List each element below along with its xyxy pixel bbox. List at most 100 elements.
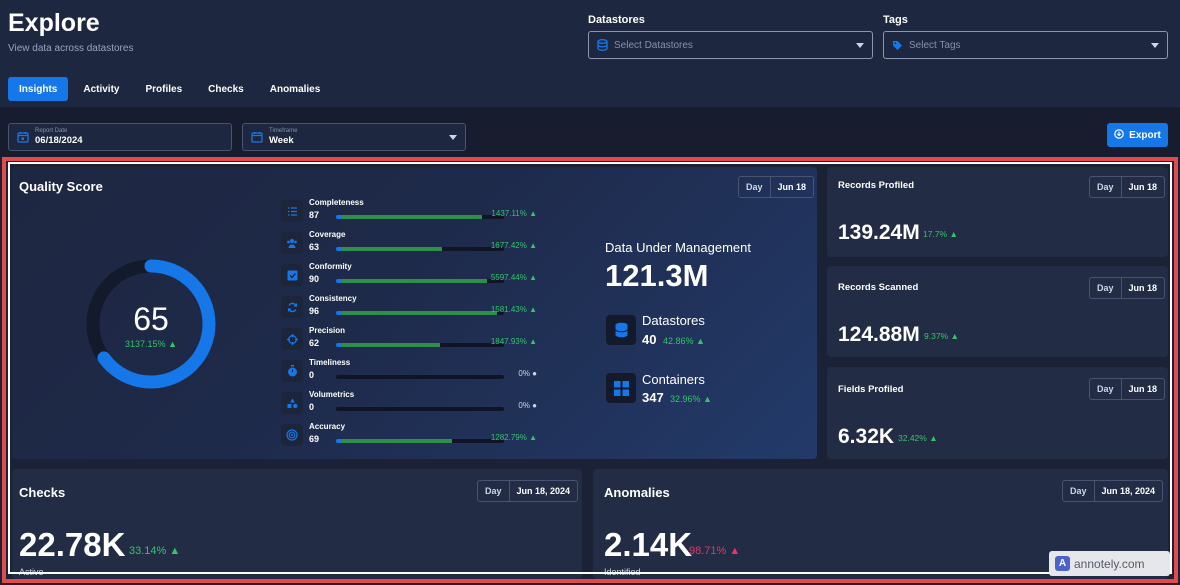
metric-change: 0% ● (518, 401, 537, 410)
report-date-value: 06/18/2024 (35, 135, 83, 146)
metric-row-timeliness: Timeliness 0 0% ● (281, 358, 541, 386)
report-date-label: Report Date (35, 128, 68, 134)
fields-profiled-value: 6.32K (838, 425, 895, 448)
metric-name: Accuracy (309, 422, 346, 431)
tag-icon (892, 40, 903, 51)
tab-profiles[interactable]: Profiles (134, 77, 193, 101)
chevron-down-icon (856, 42, 864, 48)
datastores-change: 42.86% ▲ (663, 336, 705, 346)
fields-profiled-label: Fields Profiled (838, 384, 904, 395)
metric-row-conformity: Conformity 90 5597.44% ▲ (281, 262, 541, 290)
metric-bar-fill (336, 343, 441, 347)
containers-name: Containers (642, 372, 705, 387)
metric-row-coverage: Coverage 63 1677.42% ▲ (281, 230, 541, 258)
metric-name: Conformity (309, 262, 352, 271)
datastores-value: 40 (642, 332, 657, 347)
datastores-label: Datastores (588, 14, 645, 26)
tags-placeholder: Select Tags (909, 39, 961, 51)
metric-name: Consistency (309, 294, 357, 303)
records-profiled-badge[interactable]: Day Jun 18 (1089, 176, 1166, 198)
metric-value: 0 (309, 370, 315, 380)
annotely-logo-icon: A (1055, 556, 1070, 571)
metric-value: 63 (309, 242, 320, 252)
containers-value: 347 (642, 390, 664, 405)
timeframe-value: Week (269, 135, 294, 146)
metric-change: 1677.42% ▲ (490, 241, 537, 250)
records-scanned-badge[interactable]: Day Jun 18 (1089, 277, 1166, 299)
calendar-icon (17, 131, 29, 143)
users-icon (281, 232, 303, 254)
checks-sublabel: Active (19, 567, 44, 577)
metric-bar-fill (336, 247, 442, 251)
badge-day: Day (1063, 481, 1095, 501)
metric-value: 90 (309, 274, 320, 284)
watermark: A annotely.com (1049, 551, 1170, 576)
metric-change: 1437.11% ▲ (491, 209, 537, 218)
records-scanned-value: 124.88M (838, 323, 920, 346)
target-icon (281, 424, 303, 446)
records-profiled-value: 139.24M (838, 221, 920, 244)
crosshair-icon (281, 328, 303, 350)
metric-bar-fill (336, 279, 488, 283)
fields-profiled-card: Fields Profiled Day Jun 18 6.32K 32.42% … (827, 367, 1168, 459)
metric-name: Volumetrics (309, 390, 355, 399)
metric-bar-fill (336, 439, 452, 443)
shapes-icon (281, 392, 303, 414)
badge-date: Jun 18 (1128, 182, 1158, 192)
export-label: Export (1129, 129, 1161, 141)
fields-profiled-badge[interactable]: Day Jun 18 (1089, 378, 1166, 400)
records-profiled-label: Records Profiled (838, 180, 915, 191)
chevron-down-icon (1151, 42, 1159, 48)
timeframe-select[interactable]: Timeframe Week (242, 123, 466, 151)
tab-activity[interactable]: Activity (72, 77, 130, 101)
metric-change: 0% ● (518, 369, 537, 378)
badge-date: Jun 18 (1128, 283, 1158, 293)
grid-icon (606, 373, 636, 403)
checks-date-badge[interactable]: Day Jun 18, 2024 (477, 480, 579, 502)
badge-day: Day (1090, 379, 1122, 399)
metric-bar-fill (336, 311, 498, 315)
chevron-down-icon (449, 134, 457, 140)
quality-date-badge[interactable]: Day Jun 18 (738, 176, 815, 198)
anomalies-title: Anomalies (604, 485, 670, 500)
metric-value: 69 (309, 434, 320, 444)
checks-change: 33.14% ▲ (129, 545, 181, 557)
tags-select[interactable]: Select Tags (883, 31, 1168, 59)
dum-value: 121.3M (605, 258, 709, 293)
report-date-picker[interactable]: Report Date 06/18/2024 (8, 123, 232, 151)
metric-value: 87 (309, 210, 320, 220)
datastores-name: Datastores (642, 313, 705, 328)
fields-profiled-change: 32.42% ▲ (898, 433, 938, 443)
badge-date: Jun 18 (1128, 384, 1158, 394)
checkbox-icon (281, 264, 303, 286)
export-button[interactable]: Export (1107, 123, 1168, 147)
datastores-select[interactable]: Select Datastores (588, 31, 873, 59)
records-scanned-label: Records Scanned (838, 282, 919, 293)
tab-bar: Insights Activity Profiles Checks Anomal… (8, 77, 335, 101)
quality-score-card: Quality Score Day Jun 18 65 3137.15% ▲ C… (12, 167, 817, 459)
metric-value: 0 (309, 402, 315, 412)
metric-name: Completeness (309, 198, 364, 207)
metric-value: 96 (309, 306, 320, 316)
tab-anomalies[interactable]: Anomalies (259, 77, 332, 101)
metric-change: 5597.44% ▲ (490, 273, 537, 282)
quality-score-title: Quality Score (19, 179, 103, 194)
datastores-placeholder: Select Datastores (614, 39, 693, 51)
containers-change: 32.96% ▲ (670, 394, 712, 404)
page-subtitle: View data across datastores (8, 43, 134, 54)
tab-insights[interactable]: Insights (8, 77, 69, 101)
badge-date: Jun 18, 2024 (516, 486, 571, 496)
anomalies-change: 98.71% ▲ (689, 545, 741, 557)
anomalies-sublabel: Identified (604, 567, 641, 577)
filter-bar: Report Date 06/18/2024 Timeframe Week (0, 107, 1180, 157)
tags-label: Tags (883, 14, 908, 26)
anomalies-date-badge[interactable]: Day Jun 18, 2024 (1062, 480, 1164, 502)
tab-checks[interactable]: Checks (197, 77, 255, 101)
metric-change: 1581.43% ▲ (490, 305, 537, 314)
records-scanned-card: Records Scanned Day Jun 18 124.88M 9.37%… (827, 266, 1168, 357)
checks-value: 22.78K (19, 526, 126, 563)
page-title: Explore (8, 9, 100, 37)
badge-date: Jun 18, 2024 (1101, 486, 1156, 496)
metric-row-consistency: Consistency 96 1581.43% ▲ (281, 294, 541, 322)
list-icon (281, 200, 303, 222)
